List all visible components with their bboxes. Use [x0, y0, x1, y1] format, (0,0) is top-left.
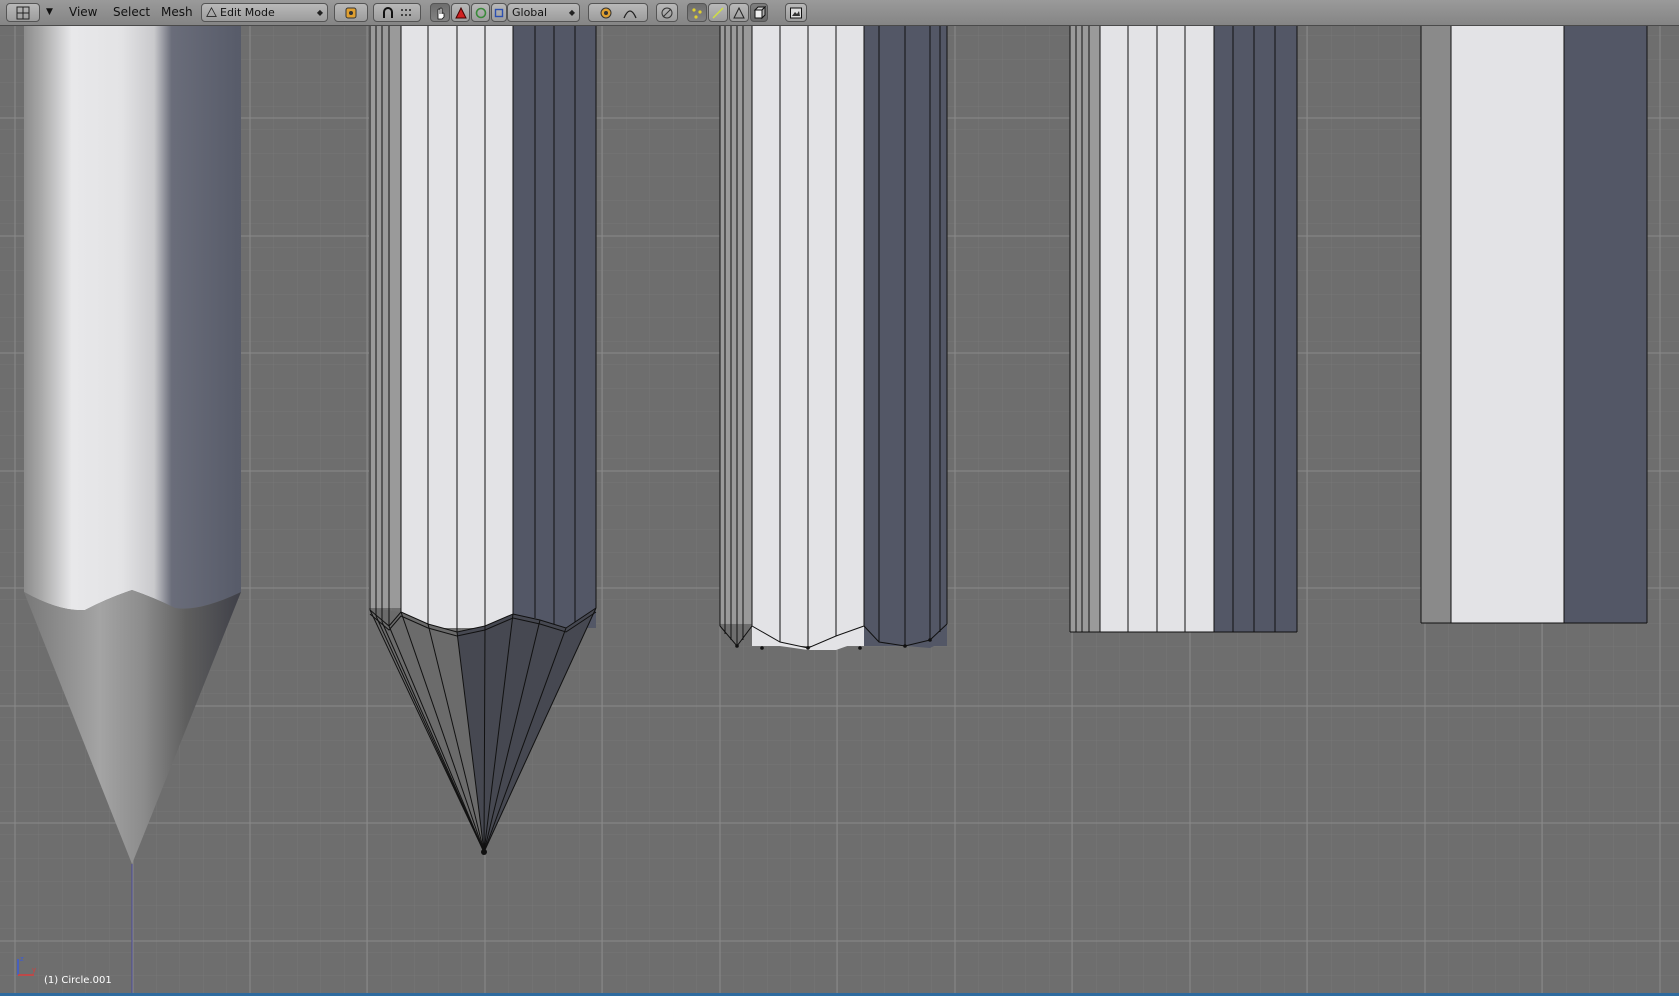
- pivot-point-button[interactable]: [334, 3, 368, 22]
- layers-circle-icon: [661, 7, 673, 18]
- mode-dropdown-label: Edit Mode: [220, 6, 275, 19]
- proportional-edit-button[interactable]: [373, 3, 421, 22]
- mode-dropdown[interactable]: Edit Mode ◆: [201, 3, 328, 22]
- scale-manipulator-button[interactable]: [491, 3, 507, 22]
- menu-select[interactable]: Select: [109, 3, 154, 22]
- snap-curve-icon: [623, 9, 637, 18]
- translate-manipulator-button[interactable]: [451, 3, 470, 22]
- occlude-geometry-toggle[interactable]: [750, 3, 768, 22]
- pencil-front-faceted[interactable]: [1069, 26, 1298, 633]
- axis-gizmo: z y: [17, 955, 36, 976]
- orientation-dropdown-label: Global: [512, 6, 548, 19]
- snap-toggle-button[interactable]: [588, 3, 648, 22]
- face-select-icon: [733, 6, 745, 18]
- pivot-icon: [345, 7, 357, 18]
- edge-select-mode[interactable]: [708, 3, 728, 22]
- orientation-dropdown[interactable]: Global ◆: [507, 3, 580, 22]
- pencil-front-lowpoly[interactable]: [1420, 26, 1648, 624]
- collapse-menu-icon[interactable]: ▼: [42, 3, 57, 22]
- viewport-scene[interactable]: [0, 26, 1679, 996]
- hand-pointer-icon: [437, 7, 445, 19]
- edge-select-icon: [712, 6, 724, 19]
- axis-z-label: z: [20, 955, 24, 963]
- vertex-select-icon: [692, 7, 702, 19]
- menu-view[interactable]: View: [65, 3, 101, 22]
- circle-green-icon: [475, 7, 486, 18]
- triangle-red-icon: [454, 6, 467, 18]
- face-select-mode[interactable]: [729, 3, 749, 22]
- viewport-header: ▼ View Select Mesh Edit Mode ◆ Global ◆: [0, 0, 1679, 26]
- layers-button[interactable]: [656, 3, 678, 22]
- dropdown-arrow-icon: ◆: [316, 8, 323, 17]
- cube-icon: [753, 5, 766, 19]
- pencil-wireframe-flat[interactable]: [719, 26, 948, 650]
- rotate-manipulator-button[interactable]: [471, 3, 490, 22]
- manipulator-toggle[interactable]: [430, 3, 450, 22]
- menu-mesh[interactable]: Mesh: [157, 3, 197, 22]
- render-preview-button[interactable]: [785, 3, 807, 22]
- vertex-select-mode[interactable]: [687, 3, 707, 22]
- magnet-icon: [383, 6, 393, 18]
- grid-view-icon: [16, 6, 30, 19]
- snap-target-icon: [600, 7, 612, 18]
- axis-y-label: y: [32, 966, 36, 974]
- square-blue-icon: [494, 8, 504, 17]
- dropdown-arrow-icon: ◆: [568, 8, 575, 17]
- 3d-viewport[interactable]: [0, 26, 1679, 996]
- dots-grid-icon: [401, 8, 411, 16]
- editor-type-button[interactable]: [6, 3, 40, 22]
- object-info-text: (1) Circle.001: [44, 975, 112, 986]
- edit-mode-icon: [206, 7, 217, 17]
- image-render-icon: [790, 7, 802, 18]
